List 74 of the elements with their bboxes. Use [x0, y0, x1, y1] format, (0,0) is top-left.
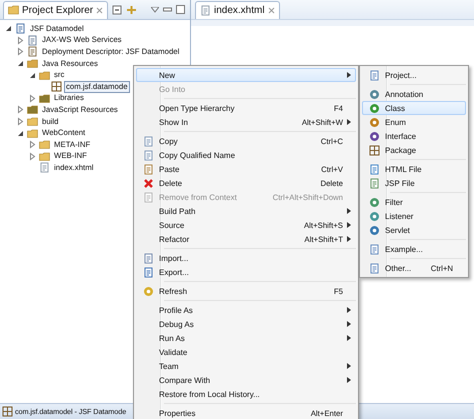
folder-icon	[27, 128, 38, 139]
expand-toggle-icon[interactable]	[28, 70, 37, 80]
grid-icon	[2, 406, 13, 417]
menu-item[interactable]: Enum	[362, 115, 466, 129]
expand-toggle-icon[interactable]	[16, 47, 25, 56]
menu-item[interactable]: Copy Qualified Name	[136, 148, 356, 162]
menu-item[interactable]: Listener	[362, 209, 466, 223]
expand-toggle-icon[interactable]	[28, 94, 37, 103]
minimize-icon[interactable]	[163, 6, 172, 13]
collapse-all-icon[interactable]	[112, 4, 122, 14]
menu-item[interactable]: Debug As	[136, 317, 356, 331]
menu-item[interactable]: JSP File	[362, 176, 466, 190]
circle-icon	[368, 102, 380, 114]
page-icon	[368, 164, 380, 174]
file-icon	[39, 162, 50, 174]
circle-icon	[368, 130, 380, 142]
expand-toggle-icon[interactable]	[16, 128, 25, 138]
menu-item[interactable]: Interface	[362, 129, 466, 143]
page-icon	[368, 244, 380, 254]
page-icon	[368, 70, 380, 80]
page-icon	[368, 178, 380, 188]
page-icon	[142, 150, 154, 160]
document-icon	[27, 46, 38, 58]
menu-item[interactable]: Example...	[362, 242, 466, 256]
menu-item[interactable]: Run As	[136, 331, 356, 345]
expand-toggle-icon[interactable]	[16, 36, 25, 45]
circle-icon	[368, 88, 380, 100]
tab-title: index.xhtml	[214, 5, 265, 16]
expand-toggle-icon[interactable]	[28, 140, 37, 150]
folder-icon	[39, 70, 50, 81]
page-icon	[368, 262, 380, 274]
folder-icon	[8, 5, 19, 15]
menu-item[interactable]: Restore from Local History...	[136, 387, 356, 401]
circle-icon	[368, 210, 380, 222]
close-icon[interactable]	[268, 7, 275, 14]
menu-item[interactable]: Servlet	[362, 223, 466, 237]
grid-icon	[368, 144, 380, 156]
expand-toggle-icon[interactable]	[4, 24, 13, 34]
grid-icon	[51, 81, 62, 92]
menu-item[interactable]: Profile As	[136, 303, 356, 317]
maximize-icon[interactable]	[176, 5, 186, 14]
page-icon	[142, 136, 154, 146]
folder-icon	[39, 150, 50, 162]
expand-toggle-icon[interactable]	[16, 59, 25, 68]
view-title: Project Explorer	[22, 4, 94, 16]
close-icon[interactable]	[96, 6, 104, 14]
menu-item[interactable]: Build Path	[136, 204, 356, 218]
menu-item[interactable]: Team	[136, 359, 356, 373]
file-icon	[200, 5, 211, 16]
editor-tab[interactable]: index.xhtml	[195, 1, 280, 19]
menu-item[interactable]: Validate	[136, 345, 356, 359]
menu-item[interactable]: Project...	[362, 68, 466, 82]
menu-item[interactable]: Compare With	[136, 373, 356, 387]
circle-icon	[368, 196, 380, 208]
expand-toggle-icon[interactable]	[16, 117, 25, 126]
folder-icon	[39, 139, 50, 150]
expand-toggle-icon[interactable]	[16, 105, 25, 114]
folder-icon	[27, 116, 38, 128]
project-icon	[15, 23, 26, 34]
menu-item[interactable]: Annotation	[362, 87, 466, 101]
menu-item[interactable]: Package	[362, 143, 466, 157]
circle-icon	[368, 224, 380, 236]
circle-icon	[368, 116, 380, 128]
menu-item[interactable]: Class	[362, 101, 466, 115]
menu-item[interactable]: New	[136, 68, 356, 82]
folder-icon	[27, 58, 38, 70]
close-icon	[142, 178, 154, 188]
menu-item[interactable]: Filter	[362, 195, 466, 209]
view-tab[interactable]: Project Explorer	[3, 0, 108, 18]
menu-item[interactable]: Export...	[136, 265, 356, 279]
menu-item[interactable]: Import...	[136, 251, 356, 265]
expand-toggle-icon[interactable]	[28, 152, 37, 161]
menu-item[interactable]: HTML File	[362, 162, 466, 176]
menu-icon[interactable]	[151, 6, 160, 12]
